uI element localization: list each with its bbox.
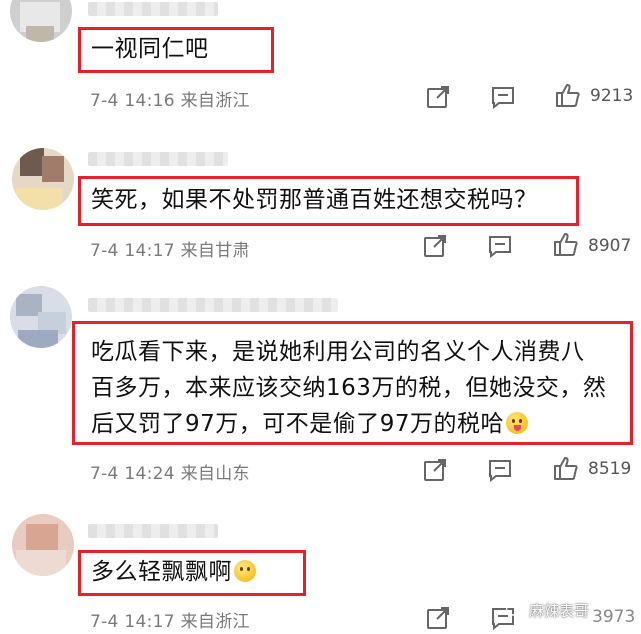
avatar[interactable] [10, 0, 72, 42]
username[interactable] [88, 2, 218, 16]
comment-location: 来自山东 [180, 464, 250, 484]
comment-meta: 7-4 14:24 来自山东 [90, 459, 250, 484]
comment-text: 多么轻飘飘啊 [91, 559, 232, 585]
comment-time: 14:16 [124, 91, 175, 111]
comment-text-line-3: 后又罚了97万，可不是偷了97万的税哈 [91, 411, 505, 437]
like-count: 9213 [590, 86, 634, 106]
highlight-box: 多么轻飘飘啊 [78, 550, 306, 596]
avatar[interactable] [10, 286, 72, 348]
share-icon[interactable] [422, 457, 448, 483]
tongue-out-emoji-icon [506, 412, 529, 434]
dizzy-face-emoji-icon [234, 560, 256, 582]
comment-time: 14:24 [124, 464, 175, 484]
avatar[interactable] [12, 514, 74, 576]
comment-text-wrap: 多么轻飘飘啊 [91, 555, 256, 589]
like-count: 8519 [588, 459, 632, 479]
comment-text-line-3-wrap: 后又罚了97万，可不是偷了97万的税哈 [91, 407, 529, 441]
thumbs-up-icon[interactable] [555, 82, 581, 108]
comment-time: 14:17 [124, 241, 175, 261]
like-count: 8907 [588, 236, 632, 256]
share-icon[interactable] [425, 605, 451, 631]
highlight-box: 吃瓜看下来，是说她利用公司的名义个人消费八 百多万，本来应该交纳163万的税，但… [72, 321, 633, 445]
comment-date: 7-4 [90, 91, 119, 111]
comment-location: 来自浙江 [180, 612, 250, 632]
comment-text-line-2: 百多万，本来应该交纳163万的税，但她没交，然 [91, 375, 607, 401]
comment-text-line-1: 吃瓜看下来，是说她利用公司的名义个人消费八 [91, 339, 585, 365]
username[interactable] [88, 298, 338, 312]
username[interactable] [88, 152, 228, 166]
comment-time: 14:17 [124, 612, 175, 632]
comment-date: 7-4 [90, 612, 119, 632]
comment-text: 一视同仁吧 [91, 36, 209, 62]
wechat-logo-icon [505, 601, 528, 619]
username[interactable] [88, 524, 218, 538]
highlight-box: 一视同仁吧 [78, 27, 274, 73]
thumbs-up-icon[interactable] [553, 231, 579, 257]
comment-location: 来自甘肃 [180, 241, 250, 261]
comment-icon[interactable] [487, 457, 513, 483]
share-icon[interactable] [422, 233, 448, 259]
comment-text: 笑死，如果不处罚那普通百姓还想交税吗？ [91, 187, 538, 213]
highlight-box: 笑死，如果不处罚那普通百姓还想交税吗？ [78, 176, 579, 226]
like-count: 3973 [592, 607, 636, 627]
avatar[interactable] [12, 148, 74, 210]
comment-meta: 7-4 14:17 来自甘肃 [90, 236, 250, 261]
thumbs-up-icon[interactable] [553, 455, 579, 481]
watermark-text: 麻辣表哥 [529, 602, 590, 620]
comment-meta: 7-4 14:16 来自浙江 [90, 86, 250, 111]
comment-icon[interactable] [490, 84, 516, 110]
comment-meta: 7-4 14:17 来自浙江 [90, 607, 250, 632]
share-icon[interactable] [425, 84, 451, 110]
comment-date: 7-4 [90, 241, 119, 261]
comment-date: 7-4 [90, 464, 119, 484]
comment-location: 来自浙江 [180, 91, 250, 111]
comment-icon[interactable] [487, 233, 513, 259]
